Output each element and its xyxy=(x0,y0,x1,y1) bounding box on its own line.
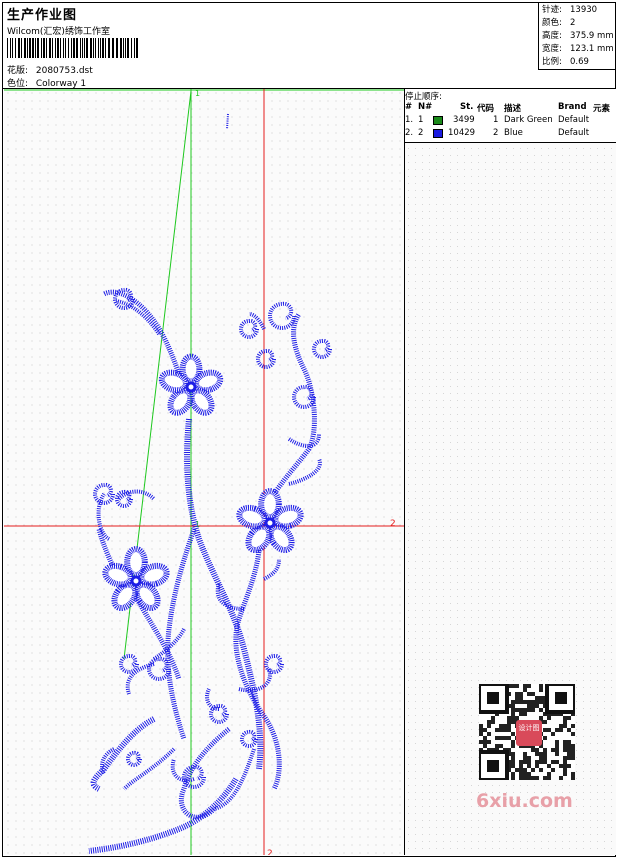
colors-label: 颜色: xyxy=(542,18,562,28)
watermark-text: 6xiu.com xyxy=(476,790,573,812)
barcode xyxy=(7,38,138,58)
col-brand: Brand xyxy=(558,102,587,112)
stop-sequence-table: 停止顺序: # N# St. 代码 描述 Brand 元素 1. 1 3499 … xyxy=(405,89,616,143)
stitches-stat: 针迹: 13930 xyxy=(542,4,616,17)
row-idx: 2. xyxy=(405,128,414,138)
stamp-badge: 设计图 xyxy=(516,720,542,746)
company-name: Wilcom(汇宏)绣饰工作室 xyxy=(7,27,110,37)
col-st: St. xyxy=(460,102,474,112)
height-stat: 高度: 375.9 mm xyxy=(542,30,616,43)
design-canvas[interactable]: 1 1 2 2 xyxy=(4,89,405,855)
scale-stat: 比例: 0.69 xyxy=(542,56,616,69)
stitches-value: 13930 xyxy=(570,5,598,15)
row-n: 2 xyxy=(418,128,424,138)
design-stats-box: 针迹: 13930 颜色: 2 高度: 375.9 mm 宽度: 123.1 mm 比例… xyxy=(538,2,616,70)
height-label: 高度: xyxy=(542,31,562,41)
watermark: 设计图 6xiu.com xyxy=(470,680,584,814)
col-n: N# xyxy=(418,102,433,112)
col-idx: # xyxy=(405,102,413,112)
col-code: 代码 xyxy=(477,104,495,114)
scale-value: 0.69 xyxy=(570,57,589,67)
width-stat: 宽度: 123.1 mm xyxy=(542,43,616,56)
row-code: 1 xyxy=(493,115,499,125)
row-st: 10429 xyxy=(448,128,476,138)
row-brand: Default xyxy=(558,115,590,125)
width-label: 宽度: xyxy=(542,44,562,54)
col-desc: 描述 xyxy=(504,104,522,114)
design-label: 花版: xyxy=(7,66,29,76)
page-title: 生产作业图 xyxy=(7,8,78,23)
color-swatch xyxy=(433,129,443,138)
color-swatch xyxy=(433,116,443,125)
embroidery-design: 1 1 2 2 xyxy=(4,89,404,855)
colors-value: 2 xyxy=(570,18,576,28)
row-desc: Blue xyxy=(504,128,523,138)
marker-bottom-2: 2 xyxy=(267,849,273,855)
row-st: 3499 xyxy=(453,115,475,125)
height-value: 375.9 mm xyxy=(570,31,614,41)
stop-sequence-title: 停止顺序: xyxy=(405,92,442,102)
colors-stat: 颜色: 2 xyxy=(542,17,616,30)
blue-floral-vine xyxy=(88,113,332,854)
row-n: 1 xyxy=(418,115,424,125)
width-value: 123.1 mm xyxy=(570,44,614,54)
table-row[interactable]: 1. 1 3499 1 Dark Green Default xyxy=(405,115,616,127)
table-row[interactable]: 2. 2 10429 2 Blue Default xyxy=(405,128,616,140)
row-brand: Default xyxy=(558,128,590,138)
stitches-label: 针迹: xyxy=(542,5,562,15)
table-header: # N# St. 代码 描述 Brand 元素 xyxy=(405,102,616,114)
row-idx: 1. xyxy=(405,115,414,125)
design-file-row: 花版: 2080753.dst xyxy=(7,63,93,76)
scale-label: 比例: xyxy=(542,57,562,67)
row-code: 2 xyxy=(493,128,499,138)
marker-right-2: 2 xyxy=(390,519,396,529)
design-file-value: 2080753.dst xyxy=(35,66,93,76)
stamp-text: 设计图 xyxy=(518,724,540,732)
marker-top-1: 1 xyxy=(195,89,200,98)
col-element: 元素 xyxy=(593,104,611,114)
row-desc: Dark Green xyxy=(504,115,553,125)
